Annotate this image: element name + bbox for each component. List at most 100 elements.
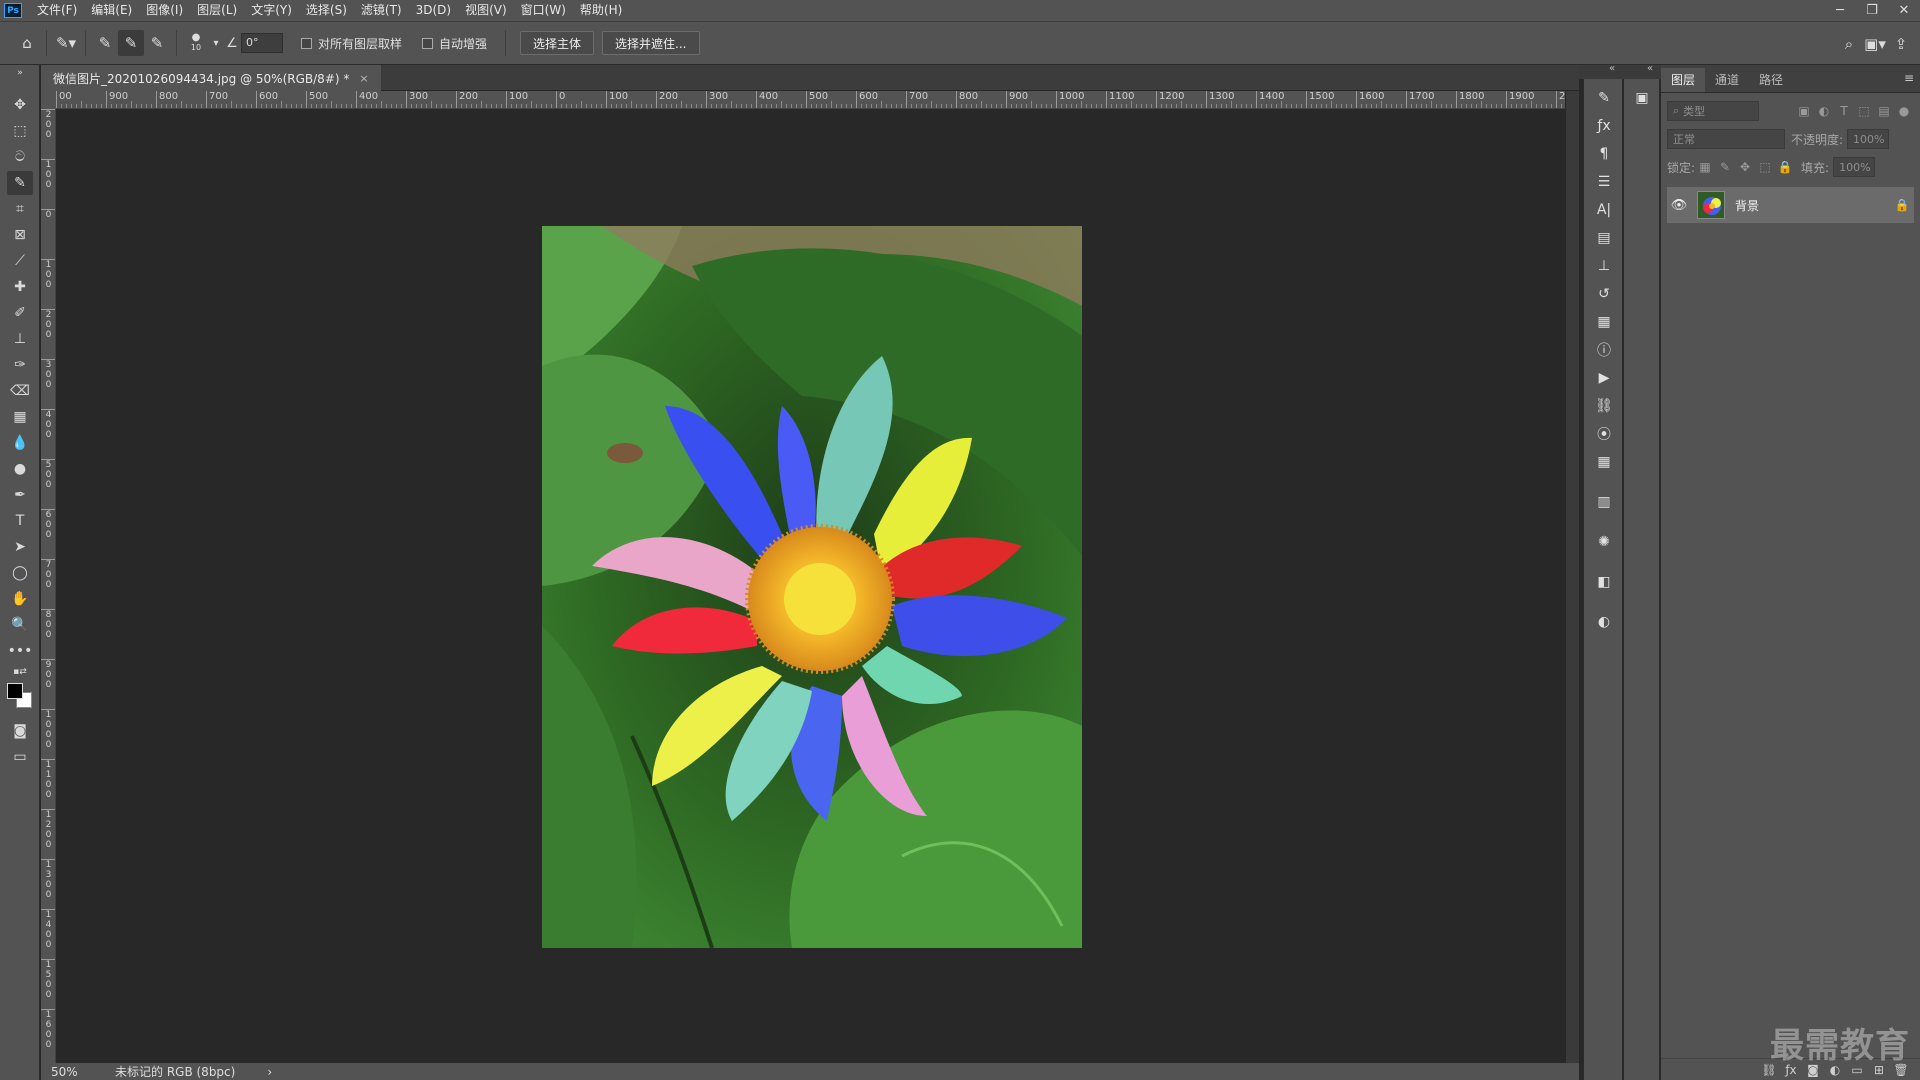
horizontal-ruler[interactable]: 00 900 800 700 600 500 400 300 200 100 0 100 200 300 4… [56, 91, 1565, 109]
sample-all-layers-checkbox[interactable]: 对所有图层取样 [301, 35, 402, 52]
visibility-eye-icon[interactable]: 👁 [1667, 198, 1691, 213]
collapse-arrows-icon[interactable]: » [7, 67, 33, 79]
tool-preset-picker-icon[interactable]: ✎▾ [53, 30, 79, 56]
history-brush-tool-icon[interactable]: ✑ [7, 353, 33, 377]
filter-image-icon[interactable]: ▣ [1794, 101, 1814, 121]
type-tool-icon[interactable]: T [7, 509, 33, 533]
tab-channels[interactable]: 通道 [1705, 68, 1749, 92]
filter-type-icon[interactable]: T [1834, 101, 1854, 121]
menu-window[interactable]: 窗口(W) [514, 0, 573, 21]
close-tab-icon[interactable]: × [359, 72, 368, 85]
blur-tool-icon[interactable]: 💧 [7, 431, 33, 455]
artboard-icon[interactable]: ◧ [1591, 571, 1617, 593]
eyedropper-tool-icon[interactable]: ⟋ [7, 249, 33, 273]
menu-file[interactable]: 文件(F) [30, 0, 84, 21]
clone-stamp-tool-icon[interactable]: ⊥ [7, 327, 33, 351]
vertical-scrollbar[interactable] [1565, 91, 1579, 1063]
adjustments-icon[interactable]: ☰ [1591, 171, 1617, 193]
menu-view[interactable]: 视图(V) [458, 0, 514, 21]
clone-source-icon[interactable]: ⊥ [1591, 255, 1617, 277]
opacity-input[interactable]: 100% [1847, 129, 1890, 149]
blend-mode-select[interactable]: 正常 [1667, 129, 1785, 149]
paths-icon[interactable]: ⛓ [1591, 395, 1617, 417]
tab-layers[interactable]: 图层 [1661, 68, 1706, 92]
document-tab[interactable]: 微信图片_20201026094434.jpg @ 50%(RGB/8#) * … [41, 65, 381, 91]
filter-shape-icon[interactable]: ⬚ [1854, 101, 1874, 121]
character-icon[interactable]: A| [1591, 199, 1617, 221]
screen-mode-icon[interactable]: ▭ [7, 745, 33, 769]
marquee-tool-icon[interactable]: ⬚ [7, 119, 33, 143]
panel-menu-icon[interactable]: ≡ [1904, 71, 1914, 85]
layer-row-background[interactable]: 👁 背景 🔒 [1667, 187, 1914, 223]
lock-pixels-icon[interactable]: ✎ [1715, 157, 1735, 177]
libraries-icon[interactable]: ▦ [1591, 311, 1617, 333]
canvas-area[interactable] [56, 109, 1565, 1063]
angle-input[interactable]: 0° [241, 33, 283, 53]
lock-artboard-icon[interactable]: ⬚ [1755, 157, 1775, 177]
collapse-dock-icon[interactable]: « [1609, 63, 1615, 74]
filter-adjustment-icon[interactable]: ◐ [1814, 101, 1834, 121]
home-icon[interactable]: ⌂ [14, 30, 40, 56]
workspace-icon[interactable]: ▣▾ [1862, 31, 1888, 57]
status-menu-arrow-icon[interactable]: › [267, 1065, 272, 1079]
menu-image[interactable]: 图像(I) [139, 0, 190, 21]
hand-tool-icon[interactable]: ✋ [7, 587, 33, 611]
foreground-color-swatch[interactable] [7, 683, 23, 699]
paragraph-icon[interactable]: ¶ [1591, 143, 1617, 165]
vertical-ruler[interactable]: 2 0 0 1 0 0 0 1 0 0 2 0 0 3 0 0 4 0 0 5 0 0 6 0 … [41, 109, 56, 1063]
new-selection-brush-icon[interactable]: ✎ [92, 30, 118, 56]
layers-panel-icon[interactable]: ▣ [1629, 87, 1655, 109]
fill-input[interactable]: 100% [1833, 157, 1876, 177]
healing-brush-tool-icon[interactable]: ✚ [7, 275, 33, 299]
image-artwork[interactable] [542, 226, 1082, 948]
menu-3d[interactable]: 3D(D) [409, 0, 458, 21]
checkbox-box[interactable] [422, 37, 434, 49]
gradient-tool-icon[interactable]: ▦ [7, 405, 33, 429]
info-icon[interactable]: ⓘ [1591, 339, 1617, 361]
3d-icon[interactable]: ⦿ [1591, 423, 1617, 445]
actions-play-icon[interactable]: ▶ [1591, 367, 1617, 389]
table-grid-icon[interactable]: ▦ [1591, 451, 1617, 473]
ruler-origin[interactable] [41, 91, 56, 109]
menu-edit[interactable]: 编辑(E) [84, 0, 139, 21]
pen-tool-icon[interactable]: ✒ [7, 483, 33, 507]
checkbox-box[interactable] [301, 37, 312, 49]
quick-selection-tool-icon[interactable]: ✎ [7, 171, 33, 195]
crop-tool-icon[interactable]: ⌗ [7, 197, 33, 221]
brush-size-picker[interactable]: ● 10 [183, 30, 209, 56]
share-icon[interactable]: ⇪ [1888, 31, 1914, 57]
eraser-tool-icon[interactable]: ⌫ [7, 379, 33, 403]
collapse-dock-icon[interactable]: « [1647, 63, 1653, 74]
lock-transparent-icon[interactable]: ▦ [1695, 157, 1715, 177]
menu-filter[interactable]: 滤镜(T) [354, 0, 409, 21]
notes-icon[interactable]: ▥ [1591, 491, 1617, 513]
brush-tool-icon[interactable]: ✐ [7, 301, 33, 325]
close-icon[interactable]: ✕ [1888, 0, 1920, 21]
filter-smart-object-icon[interactable]: ▤ [1874, 101, 1894, 121]
frame-tool-icon[interactable]: ⊠ [7, 223, 33, 247]
menu-help[interactable]: 帮助(H) [573, 0, 629, 21]
dodge-tool-icon[interactable]: ● [7, 457, 33, 481]
quick-mask-icon[interactable]: ◙ [7, 719, 33, 743]
dock-collapse-bar[interactable]: « « [1579, 63, 1663, 79]
select-subject-button[interactable]: 选择主体 [520, 31, 595, 55]
styles-fx-icon[interactable]: ƒx [1591, 115, 1617, 137]
menu-type[interactable]: 文字(Y) [244, 0, 299, 21]
tab-paths[interactable]: 路径 [1749, 68, 1793, 92]
move-tool-icon[interactable]: ✥ [7, 93, 33, 117]
menu-layer[interactable]: 图层(L) [190, 0, 244, 21]
menu-select[interactable]: 选择(S) [299, 0, 354, 21]
default-colors-icon[interactable]: ▪⇄ [7, 665, 33, 679]
select-and-mask-button[interactable]: 选择并遮住... [602, 31, 700, 55]
minimize-icon[interactable]: ─ [1824, 0, 1856, 21]
lock-all-icon[interactable]: 🔒 [1775, 157, 1795, 177]
path-selection-tool-icon[interactable]: ➤ [7, 535, 33, 559]
lock-position-icon[interactable]: ✥ [1735, 157, 1755, 177]
add-to-selection-brush-icon[interactable]: ✎ [118, 30, 144, 56]
auto-enhance-checkbox[interactable]: 自动增强 [422, 35, 487, 52]
ellipse-tool-icon[interactable]: ◯ [7, 561, 33, 585]
lasso-tool-icon[interactable]: ට [7, 145, 33, 169]
zoom-tool-icon[interactable]: 🔍 [7, 613, 33, 637]
history-icon[interactable]: ↺ [1591, 283, 1617, 305]
color-picker-icon[interactable]: ◐ [1591, 611, 1617, 633]
